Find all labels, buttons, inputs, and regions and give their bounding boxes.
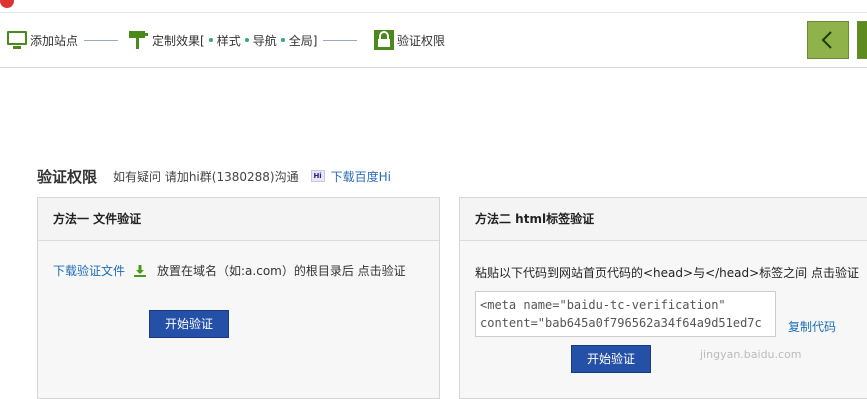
download-verification-file-link[interactable]: 下载验证文件 <box>53 262 125 279</box>
step-add-site-label: 添加站点 <box>30 33 79 48</box>
start-verify-button-2[interactable]: 开始验证 <box>571 345 651 373</box>
method1-instruction: 放置在域名（如:a.com）的根目录后 点击验证 <box>157 264 406 278</box>
download-icon[interactable] <box>133 264 147 278</box>
code-line-2: content="bab645a0f796562a34f64a9d51ed7c <box>480 316 762 330</box>
step-add-site: 添加站点 <box>6 27 124 53</box>
baidu-hi-icon: Hi <box>310 170 325 182</box>
start-verify-button[interactable]: 开始验证 <box>149 310 229 338</box>
step-nav-label: 导航 <box>252 33 277 48</box>
method2-instruction: 粘贴以下代码到网站首页代码的<head>与</head>标签之间 点击验证 <box>475 266 859 280</box>
lock-icon <box>374 30 394 50</box>
step-connector <box>323 39 358 41</box>
paint-roller-icon <box>129 31 148 49</box>
method1-row: 下载验证文件 放置在域名（如:a.com）的根目录后 点击验证 <box>53 262 406 279</box>
previous-button[interactable] <box>807 21 849 59</box>
download-baidu-hi-link[interactable]: 下载百度Hi <box>331 168 391 185</box>
bullet-icon <box>208 38 213 42</box>
top-strip <box>0 0 867 13</box>
help-text: 如有疑问 请加hi群(1380288)沟通 <box>113 169 299 184</box>
page-title: 验证权限 <box>37 167 98 186</box>
verification-code-box[interactable]: <meta name="baidu-tc-verification" conte… <box>475 291 776 337</box>
bullet-icon <box>244 38 249 42</box>
monitor-icon <box>7 31 27 49</box>
code-line-1: <meta name="baidu-tc-verification" <box>480 298 726 312</box>
step-verify: 验证权限 <box>373 27 445 53</box>
verify-header: 验证权限 如有疑问 请加hi群(1380288)沟通 Hi 下载百度Hi <box>37 165 391 187</box>
method2-title: 方法二 html标签验证 <box>460 198 867 241</box>
bullet-icon <box>280 38 285 42</box>
chevron-left-icon <box>821 31 832 49</box>
step-global-label: 全局] <box>288 33 318 48</box>
steps-bar: 添加站点 定制效果[ 样式 导航 全局] 验证权限 <box>0 13 867 68</box>
step-customize: 定制效果[ 样式 导航 全局] <box>128 27 363 53</box>
step-style-label: 样式 <box>216 33 241 48</box>
html-tag-verification-panel: 方法二 html标签验证 粘贴以下代码到网站首页代码的<head>与</head… <box>459 197 867 399</box>
watermark: jingyan.baidu.com <box>700 348 802 361</box>
next-button[interactable] <box>857 21 867 59</box>
logo-icon <box>0 0 14 8</box>
step-connector <box>84 39 119 41</box>
step-customize-label: 定制效果[ <box>152 33 205 48</box>
copy-code-link[interactable]: 复制代码 <box>788 318 836 335</box>
method1-title: 方法一 文件验证 <box>38 198 439 241</box>
file-verification-panel: 方法一 文件验证 下载验证文件 放置在域名（如:a.com）的根目录后 点击验证… <box>37 197 440 399</box>
step-verify-label: 验证权限 <box>397 33 446 48</box>
